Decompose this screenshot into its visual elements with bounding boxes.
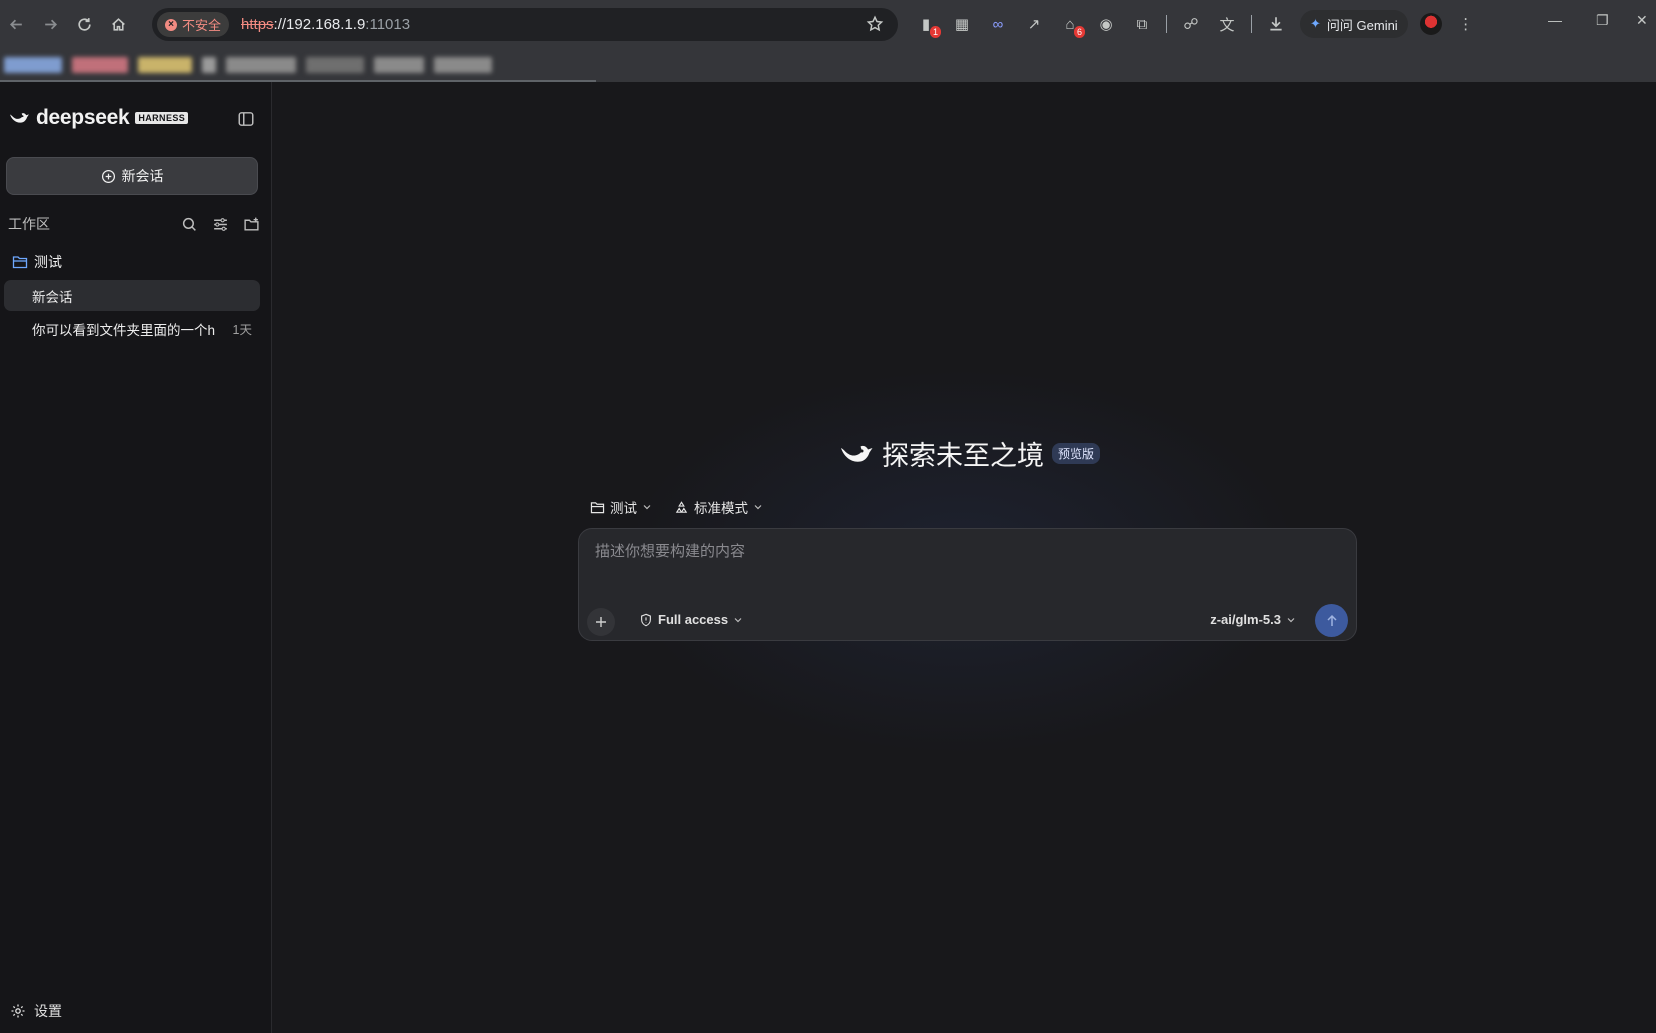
external-link-icon[interactable]: ↗ xyxy=(1022,12,1046,36)
extension-red-icon[interactable]: ▮ 1 xyxy=(914,12,941,38)
composer-selectors: 测试 标准模式 xyxy=(590,497,763,517)
url-text[interactable]: https://192.168.1.9:11013 xyxy=(241,16,410,33)
conversation-title: 新会话 xyxy=(32,289,73,305)
mode-selector-label: 标准模式 xyxy=(694,501,748,516)
brand-name: deepseek xyxy=(36,106,130,129)
url-port: :11013 xyxy=(365,16,411,33)
conversation-title: 你可以看到文件夹里面的一个h xyxy=(32,322,216,338)
chevron-down-icon xyxy=(643,505,651,510)
send-button[interactable] xyxy=(1315,604,1348,637)
gemini-sparkle-icon: ✦ xyxy=(1310,16,1321,31)
bookmarks-bar xyxy=(0,50,1656,80)
chevron-down-icon xyxy=(754,505,762,510)
conversation-age: 1天 xyxy=(232,323,252,337)
sidebar: deepseek HARNESS 新会话 工作区 测试 新会话 你可以看到文件夹… xyxy=(0,82,272,1033)
whale-logo-icon xyxy=(10,113,29,123)
extension-badge: 6 xyxy=(1073,26,1085,38)
brand-logo[interactable]: deepseek HARNESS xyxy=(8,106,189,130)
model-selector[interactable]: z-ai/glm-5.3 xyxy=(1210,612,1296,627)
workspace-header: 工作区 xyxy=(8,214,260,234)
restore-icon[interactable]: ❐ xyxy=(1596,12,1609,29)
bookmark-item[interactable] xyxy=(202,57,216,73)
hero-title: 探索未至之境 xyxy=(882,441,1044,471)
main-panel: 探索未至之境 预览版 测试 标准模式 Full access xyxy=(272,82,1656,1033)
bookmark-item[interactable] xyxy=(306,57,364,73)
folder-selector-label: 测试 xyxy=(610,501,637,516)
toolbar-divider xyxy=(1251,15,1252,33)
settings-label: 设置 xyxy=(34,1003,62,1019)
site-info-button[interactable]: × 不安全 xyxy=(157,12,230,37)
recycle-icon xyxy=(675,500,688,513)
bookmark-item[interactable] xyxy=(226,57,296,73)
bookmark-item[interactable] xyxy=(138,57,192,73)
filter-icon[interactable] xyxy=(212,216,229,233)
composer: Full access z-ai/glm-5.3 xyxy=(578,528,1357,641)
incognito-icon[interactable]: ☍ xyxy=(1179,12,1203,36)
whale-logo-icon xyxy=(841,445,873,462)
gear-icon xyxy=(11,1004,25,1018)
url-scheme: https xyxy=(241,16,274,33)
folder-name: 测试 xyxy=(34,254,62,270)
folder-selector[interactable]: 测试 xyxy=(590,497,652,517)
insecure-label: 不安全 xyxy=(182,18,222,33)
chevron-down-icon xyxy=(734,617,742,622)
mode-selector[interactable]: 标准模式 xyxy=(674,497,763,517)
plus-circle-icon xyxy=(101,169,115,183)
puzzle-icon[interactable]: ⧉ xyxy=(1130,12,1154,36)
download-icon[interactable] xyxy=(1264,12,1288,36)
preview-badge: 预览版 xyxy=(1052,443,1101,464)
forward-icon[interactable] xyxy=(36,10,64,38)
gemini-label: 问问 Gemini xyxy=(1326,17,1398,33)
app-window: deepseek HARNESS 新会话 工作区 测试 新会话 你可以看到文件夹… xyxy=(0,82,1656,1033)
workspace-label: 工作区 xyxy=(8,216,50,232)
bookmark-item[interactable] xyxy=(72,57,128,73)
extensions-bar: ▮ 1 ▦ ∞ ↗ ⌂ 6 ◉ ⧉ ☍ 文 ✦ 问问 Gemini ⋮ xyxy=(914,10,1478,38)
model-label: z-ai/glm-5.3 xyxy=(1210,612,1281,627)
record-extension-icon[interactable]: ◉ xyxy=(1094,12,1118,36)
profile-avatar[interactable] xyxy=(1419,13,1442,35)
arrow-up-icon xyxy=(1326,614,1337,626)
chevron-down-icon xyxy=(1287,617,1295,622)
translate-icon[interactable]: 文 xyxy=(1215,12,1239,36)
folder-item[interactable]: 测试 xyxy=(12,252,62,272)
new-chat-label: 新会话 xyxy=(121,168,164,184)
gemini-button[interactable]: ✦ 问问 Gemini xyxy=(1300,10,1408,38)
attach-button[interactable] xyxy=(587,608,615,636)
bookmark-item[interactable] xyxy=(434,57,492,73)
url-host: ://192.168.1.9 xyxy=(273,16,366,33)
sidebar-toggle-icon[interactable] xyxy=(237,110,255,128)
folder-icon xyxy=(590,501,605,513)
menu-kebab-icon[interactable]: ⋮ xyxy=(1454,12,1478,36)
shield-icon xyxy=(641,613,651,626)
home-icon[interactable] xyxy=(104,10,132,38)
toolbar-divider xyxy=(1166,15,1167,33)
conversation-item[interactable]: 新会话 xyxy=(4,280,260,311)
folder-icon xyxy=(12,256,28,269)
reload-icon[interactable] xyxy=(70,10,98,38)
plus-icon xyxy=(596,617,606,627)
brand-tag: HARNESS xyxy=(135,112,189,124)
browser-chrome: × 不安全 https://192.168.1.9:11013 ▮ 1 ▦ ∞ ↗… xyxy=(0,0,1656,82)
new-folder-icon[interactable] xyxy=(243,216,260,233)
qr-code-icon[interactable]: ▦ xyxy=(950,12,974,36)
address-bar[interactable]: × 不安全 https://192.168.1.9:11013 xyxy=(152,8,898,41)
bookmark-item[interactable] xyxy=(4,57,62,73)
home-extension-icon[interactable]: ⌂ 6 xyxy=(1058,12,1085,38)
access-selector[interactable]: Full access xyxy=(639,612,743,627)
extension-badge: 1 xyxy=(929,26,941,38)
back-icon[interactable] xyxy=(2,10,30,38)
settings-button[interactable]: 设置 xyxy=(10,1001,62,1021)
glasses-extension-icon[interactable]: ∞ xyxy=(986,12,1010,36)
conversation-item[interactable]: 你可以看到文件夹里面的一个h 1天 xyxy=(4,313,260,344)
close-window-icon[interactable]: ✕ xyxy=(1636,12,1648,29)
new-chat-button[interactable]: 新会话 xyxy=(6,157,258,195)
warning-icon: × xyxy=(165,18,177,31)
bookmark-star-icon[interactable] xyxy=(866,15,884,33)
prompt-input[interactable] xyxy=(595,543,1335,560)
bookmark-item[interactable] xyxy=(374,57,424,73)
access-label: Full access xyxy=(658,612,729,627)
hero-heading: 探索未至之境 预览版 xyxy=(838,434,1101,473)
search-icon[interactable] xyxy=(181,216,198,233)
minimize-icon[interactable]: — xyxy=(1548,12,1562,28)
